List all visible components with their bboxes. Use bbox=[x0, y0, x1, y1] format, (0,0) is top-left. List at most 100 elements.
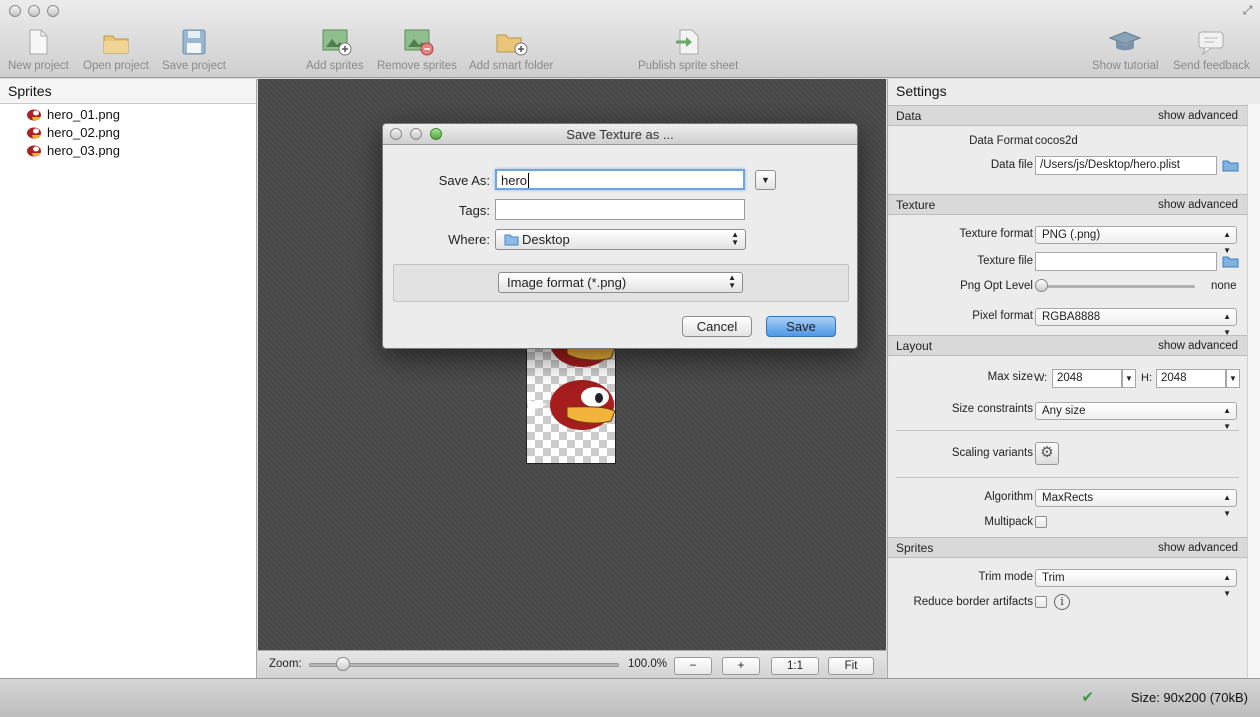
checkmark-icon: ✔ bbox=[1081, 689, 1094, 706]
max-height-field[interactable]: 2048 bbox=[1156, 369, 1226, 388]
save-as-input[interactable]: hero bbox=[495, 169, 745, 190]
sprites-section-title: Sprites bbox=[896, 541, 934, 555]
image-format-value: Image format (*.png) bbox=[507, 275, 627, 290]
zoom-slider-knob[interactable] bbox=[336, 657, 350, 671]
texture-show-advanced-link[interactable]: show advanced bbox=[1158, 195, 1238, 216]
data-section-header: Data show advanced bbox=[888, 105, 1247, 126]
sprite-list-item[interactable]: hero_02.png bbox=[0, 124, 256, 142]
zoom-in-button[interactable]: + bbox=[722, 657, 760, 675]
document-icon bbox=[29, 29, 48, 55]
info-icon[interactable]: i bbox=[1054, 594, 1070, 610]
toolbar: ⤢ New project Open project Save project … bbox=[0, 0, 1260, 78]
zoom-label: Zoom: bbox=[269, 658, 302, 670]
sprites-panel: Sprites hero_01.png hero_02.png hero_03.… bbox=[0, 79, 257, 678]
zoom-value: 100.0% bbox=[628, 658, 668, 670]
add-sprites-button[interactable]: Add sprites bbox=[306, 28, 364, 72]
tags-input[interactable] bbox=[495, 199, 745, 220]
data-format-label: Data Format bbox=[969, 135, 1033, 147]
save-project-button[interactable]: Save project bbox=[162, 28, 226, 72]
show-tutorial-button[interactable]: Show tutorial bbox=[1092, 28, 1158, 72]
minimize-window-button[interactable] bbox=[28, 5, 40, 17]
save-button[interactable]: Save bbox=[766, 316, 836, 337]
sprite-filename: hero_01.png bbox=[47, 107, 121, 122]
layout-section-title: Layout bbox=[896, 339, 933, 353]
remove-sprites-button[interactable]: Remove sprites bbox=[377, 28, 457, 72]
publish-button[interactable]: Publish sprite sheet bbox=[638, 28, 738, 72]
save-as-value: hero bbox=[501, 173, 528, 188]
trim-mode-value: Trim bbox=[1042, 572, 1065, 584]
folder-icon bbox=[504, 234, 519, 246]
zoom-bar: Zoom: 100.0% − + 1:1 Fit bbox=[258, 650, 886, 678]
zoom-slider-track[interactable] bbox=[309, 663, 619, 667]
max-height-dropdown-icon[interactable]: ▼ bbox=[1226, 369, 1240, 388]
texture-section-header: Texture show advanced bbox=[888, 194, 1247, 215]
multipack-label: Multipack bbox=[984, 516, 1033, 528]
save-as-label: Save As: bbox=[438, 173, 490, 188]
multipack-checkbox[interactable] bbox=[1035, 516, 1047, 528]
sprites-show-advanced-link[interactable]: show advanced bbox=[1158, 538, 1238, 559]
reduce-artifacts-row: Reduce border artifacts i bbox=[888, 592, 1247, 614]
new-project-button[interactable]: New project bbox=[8, 28, 69, 72]
layout-show-advanced-link[interactable]: show advanced bbox=[1158, 336, 1238, 357]
remove-image-icon bbox=[404, 29, 434, 56]
png-opt-label: Png Opt Level bbox=[960, 280, 1033, 292]
trim-mode-row: Trim mode Trim ▲ ▼ bbox=[888, 567, 1247, 598]
send-feedback-label: Send feedback bbox=[1173, 60, 1250, 72]
gear-icon[interactable]: ⚙ bbox=[1035, 442, 1059, 465]
dialog-title: Save Texture as ... bbox=[566, 127, 674, 142]
data-show-advanced-link[interactable]: show advanced bbox=[1158, 106, 1238, 127]
where-label: Where: bbox=[448, 232, 490, 247]
algorithm-select[interactable]: MaxRects ▲ ▼ bbox=[1035, 489, 1237, 518]
sheet-size-status: Size: 90x200 (70kB) bbox=[1130, 690, 1248, 705]
publish-label: Publish sprite sheet bbox=[638, 60, 739, 72]
dialog-close-button[interactable] bbox=[390, 128, 402, 140]
where-select[interactable]: Desktop ▲ ▼ bbox=[495, 229, 746, 250]
png-opt-slider-track[interactable] bbox=[1035, 285, 1195, 288]
send-feedback-button[interactable]: Send feedback bbox=[1173, 28, 1250, 72]
save-texture-dialog: Save Texture as ... Save As: hero ▼ Tags… bbox=[382, 123, 858, 349]
sprite-list-item[interactable]: hero_03.png bbox=[0, 142, 256, 160]
sprites-list: hero_01.png hero_02.png hero_03.png bbox=[0, 104, 256, 160]
pixel-format-select[interactable]: RGBA8888 ▲ ▼ bbox=[1035, 308, 1237, 337]
expand-dialog-button[interactable]: ▼ bbox=[755, 170, 776, 190]
zoom-fit-button[interactable]: Fit bbox=[828, 657, 874, 675]
fullscreen-icon[interactable]: ⤢ bbox=[1241, 4, 1254, 17]
dialog-minimize-button[interactable] bbox=[410, 128, 422, 140]
dialog-zoom-button[interactable] bbox=[430, 128, 442, 140]
max-width-dropdown-icon[interactable]: ▼ bbox=[1122, 369, 1136, 388]
divider bbox=[896, 430, 1239, 431]
add-image-icon bbox=[322, 29, 352, 56]
max-size-label: Max size bbox=[987, 371, 1033, 383]
remove-sprites-label: Remove sprites bbox=[377, 60, 457, 72]
zoom-window-button[interactable] bbox=[47, 5, 59, 17]
texture-format-select[interactable]: PNG (.png) ▲ ▼ bbox=[1035, 226, 1237, 255]
browse-folder-icon[interactable] bbox=[1222, 158, 1239, 172]
reduce-artifacts-label: Reduce border artifacts bbox=[913, 596, 1033, 608]
data-file-field[interactable]: /Users/js/Desktop/hero.plist bbox=[1035, 156, 1217, 175]
sprite-list-item[interactable]: hero_01.png bbox=[0, 106, 256, 124]
smart-folder-icon bbox=[496, 34, 528, 56]
algorithm-value: MaxRects bbox=[1042, 492, 1094, 504]
png-opt-slider-knob[interactable] bbox=[1035, 279, 1048, 292]
add-sprites-label: Add sprites bbox=[306, 60, 364, 72]
sprites-section-header: Sprites show advanced bbox=[888, 537, 1247, 558]
add-smart-folder-label: Add smart folder bbox=[469, 60, 554, 72]
cancel-button[interactable]: Cancel bbox=[682, 316, 752, 337]
settings-scrollbar[interactable] bbox=[1247, 104, 1260, 678]
divider bbox=[896, 477, 1239, 478]
open-project-button[interactable]: Open project bbox=[83, 28, 149, 72]
data-section-title: Data bbox=[896, 109, 922, 123]
close-window-button[interactable] bbox=[9, 5, 21, 17]
zoom-out-button[interactable]: − bbox=[674, 657, 712, 675]
browse-folder-icon[interactable] bbox=[1222, 254, 1239, 268]
png-opt-row: Png Opt Level none bbox=[888, 276, 1247, 298]
max-width-field[interactable]: 2048 bbox=[1052, 369, 1122, 388]
trim-mode-select[interactable]: Trim ▲ ▼ bbox=[1035, 569, 1237, 598]
sprite-thumbnail-icon bbox=[27, 145, 41, 157]
image-format-select[interactable]: Image format (*.png) ▲ ▼ bbox=[498, 272, 743, 293]
texture-file-field[interactable] bbox=[1035, 252, 1217, 271]
add-smart-folder-button[interactable]: Add smart folder bbox=[469, 28, 553, 72]
zoom-actual-size-button[interactable]: 1:1 bbox=[771, 657, 819, 675]
reduce-artifacts-checkbox[interactable] bbox=[1035, 596, 1047, 608]
size-constraints-select[interactable]: Any size ▲ ▼ bbox=[1035, 402, 1237, 431]
